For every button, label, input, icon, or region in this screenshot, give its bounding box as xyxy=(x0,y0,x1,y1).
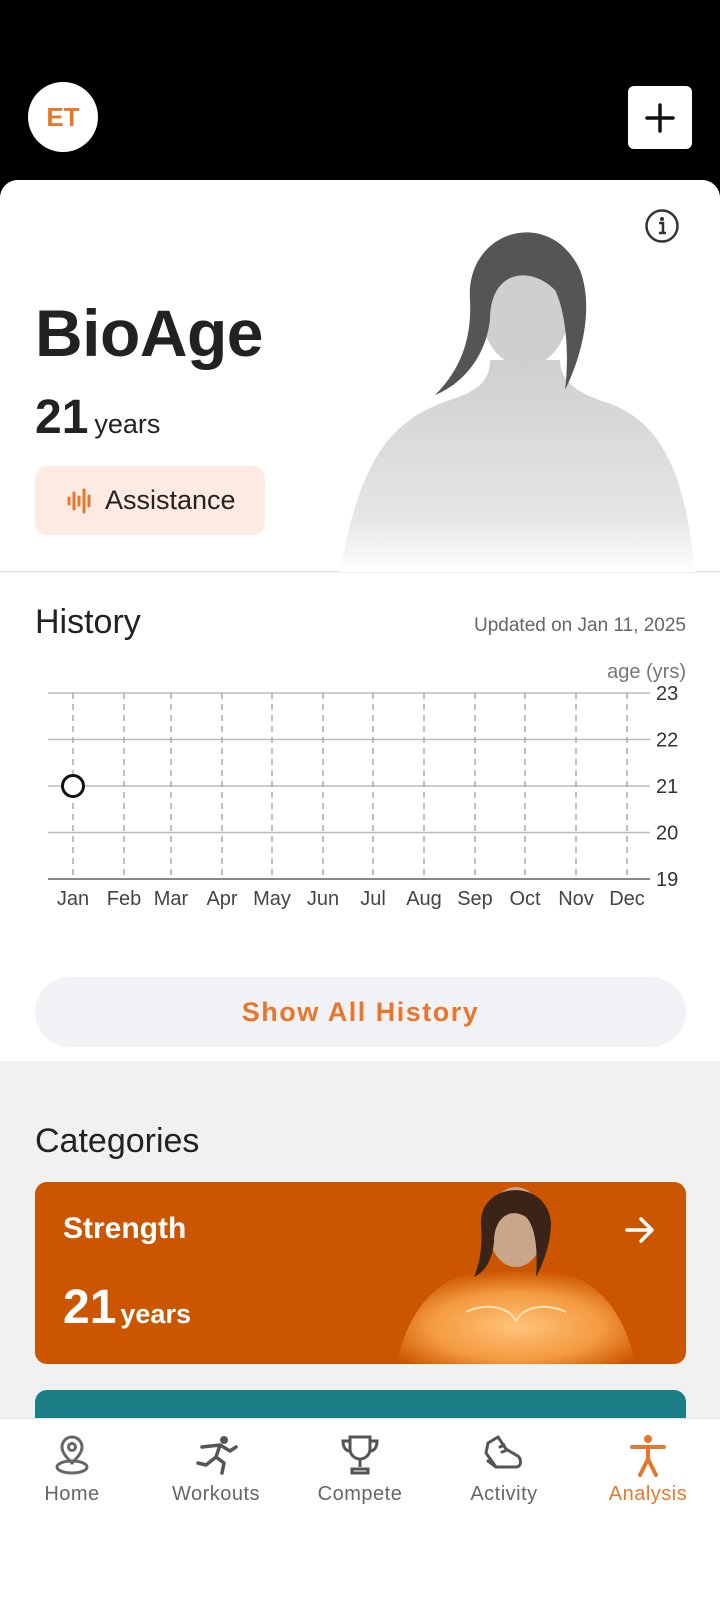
arrow-right-icon xyxy=(625,1217,654,1243)
bioage-value: 21 years xyxy=(35,390,160,445)
add-button[interactable] xyxy=(628,86,692,149)
history-chart: 23 22 21 20 19 Jan Feb Mar Apr May Jun Jul Aug Sep Oct… xyxy=(48,683,678,910)
body-icon xyxy=(630,1435,666,1477)
assistance-label: Assistance xyxy=(105,485,236,515)
history-title: History xyxy=(35,603,141,641)
categories-title: Categories xyxy=(35,1122,200,1160)
assistance-button[interactable]: Assistance xyxy=(35,466,265,535)
x-tick-label: Aug xyxy=(406,888,442,910)
bioage-hero: BioAge 21 years Assistance xyxy=(0,180,720,572)
home-pin-icon xyxy=(55,1435,89,1475)
y-tick-label: 19 xyxy=(656,869,678,891)
tab-home[interactable]: Home xyxy=(0,1433,144,1506)
y-tick-label: 23 xyxy=(656,683,678,705)
category-name: Strength xyxy=(63,1212,187,1245)
tab-label: Workouts xyxy=(171,1483,261,1505)
x-tick-label: Dec xyxy=(609,888,645,910)
updated-timestamp: Updated on Jan 11, 2025 xyxy=(474,615,686,636)
bioage-number: 21 xyxy=(35,391,89,444)
muscle-figure-image xyxy=(396,1187,636,1364)
x-tick-label: Jun xyxy=(307,888,339,910)
bioage-unit: years xyxy=(94,409,161,439)
category-card-partial[interactable] xyxy=(35,1390,686,1420)
tab-label: Activity xyxy=(470,1483,538,1505)
x-tick-label: Sep xyxy=(457,888,493,910)
category-age: 21 years xyxy=(63,1280,191,1335)
category-card-strength[interactable]: Strength 21 years xyxy=(35,1182,686,1364)
y-tick-label: 22 xyxy=(656,730,678,752)
waveform-icon xyxy=(67,488,91,513)
bottom-tab-bar: Home Workouts Compete Activity Analysis xyxy=(0,1418,720,1600)
tab-compete[interactable]: Compete xyxy=(288,1433,432,1506)
tab-label: Home xyxy=(44,1483,100,1505)
category-age-unit: years xyxy=(120,1299,191,1329)
trophy-icon xyxy=(341,1435,379,1475)
y-tick-label: 21 xyxy=(656,776,678,798)
tab-label: Compete xyxy=(317,1483,403,1505)
avatar[interactable]: ET xyxy=(28,82,98,152)
tab-activity[interactable]: Activity xyxy=(432,1433,576,1506)
tab-label: Analysis xyxy=(608,1483,688,1505)
x-tick-label: Jan xyxy=(57,888,89,910)
show-all-history-button[interactable]: Show All History xyxy=(35,977,686,1047)
content-sheet: BioAge 21 years Assistance History Update… xyxy=(0,180,720,1420)
data-point xyxy=(61,774,85,798)
x-tick-label: Nov xyxy=(558,888,594,910)
tab-analysis[interactable]: Analysis xyxy=(576,1433,720,1506)
x-tick-label: Mar xyxy=(154,888,189,910)
tab-workouts[interactable]: Workouts xyxy=(144,1433,288,1506)
top-bar: ET xyxy=(0,0,720,180)
x-tick-label: Jul xyxy=(360,888,386,910)
runner-icon xyxy=(196,1436,238,1475)
x-tick-label: Feb xyxy=(107,888,141,910)
info-icon[interactable] xyxy=(644,208,680,244)
history-section: History Updated on Jan 11, 2025 age (yrs… xyxy=(0,573,720,1061)
shoe-icon xyxy=(484,1435,522,1469)
category-age-number: 21 xyxy=(63,1281,117,1334)
y-tick-label: 20 xyxy=(656,823,678,845)
x-tick-label: May xyxy=(253,888,291,910)
page-title: BioAge xyxy=(35,296,264,370)
plus-icon xyxy=(645,102,675,133)
x-tick-label: Oct xyxy=(509,888,541,910)
x-tick-label: Apr xyxy=(206,888,237,910)
portrait-image xyxy=(340,232,695,572)
